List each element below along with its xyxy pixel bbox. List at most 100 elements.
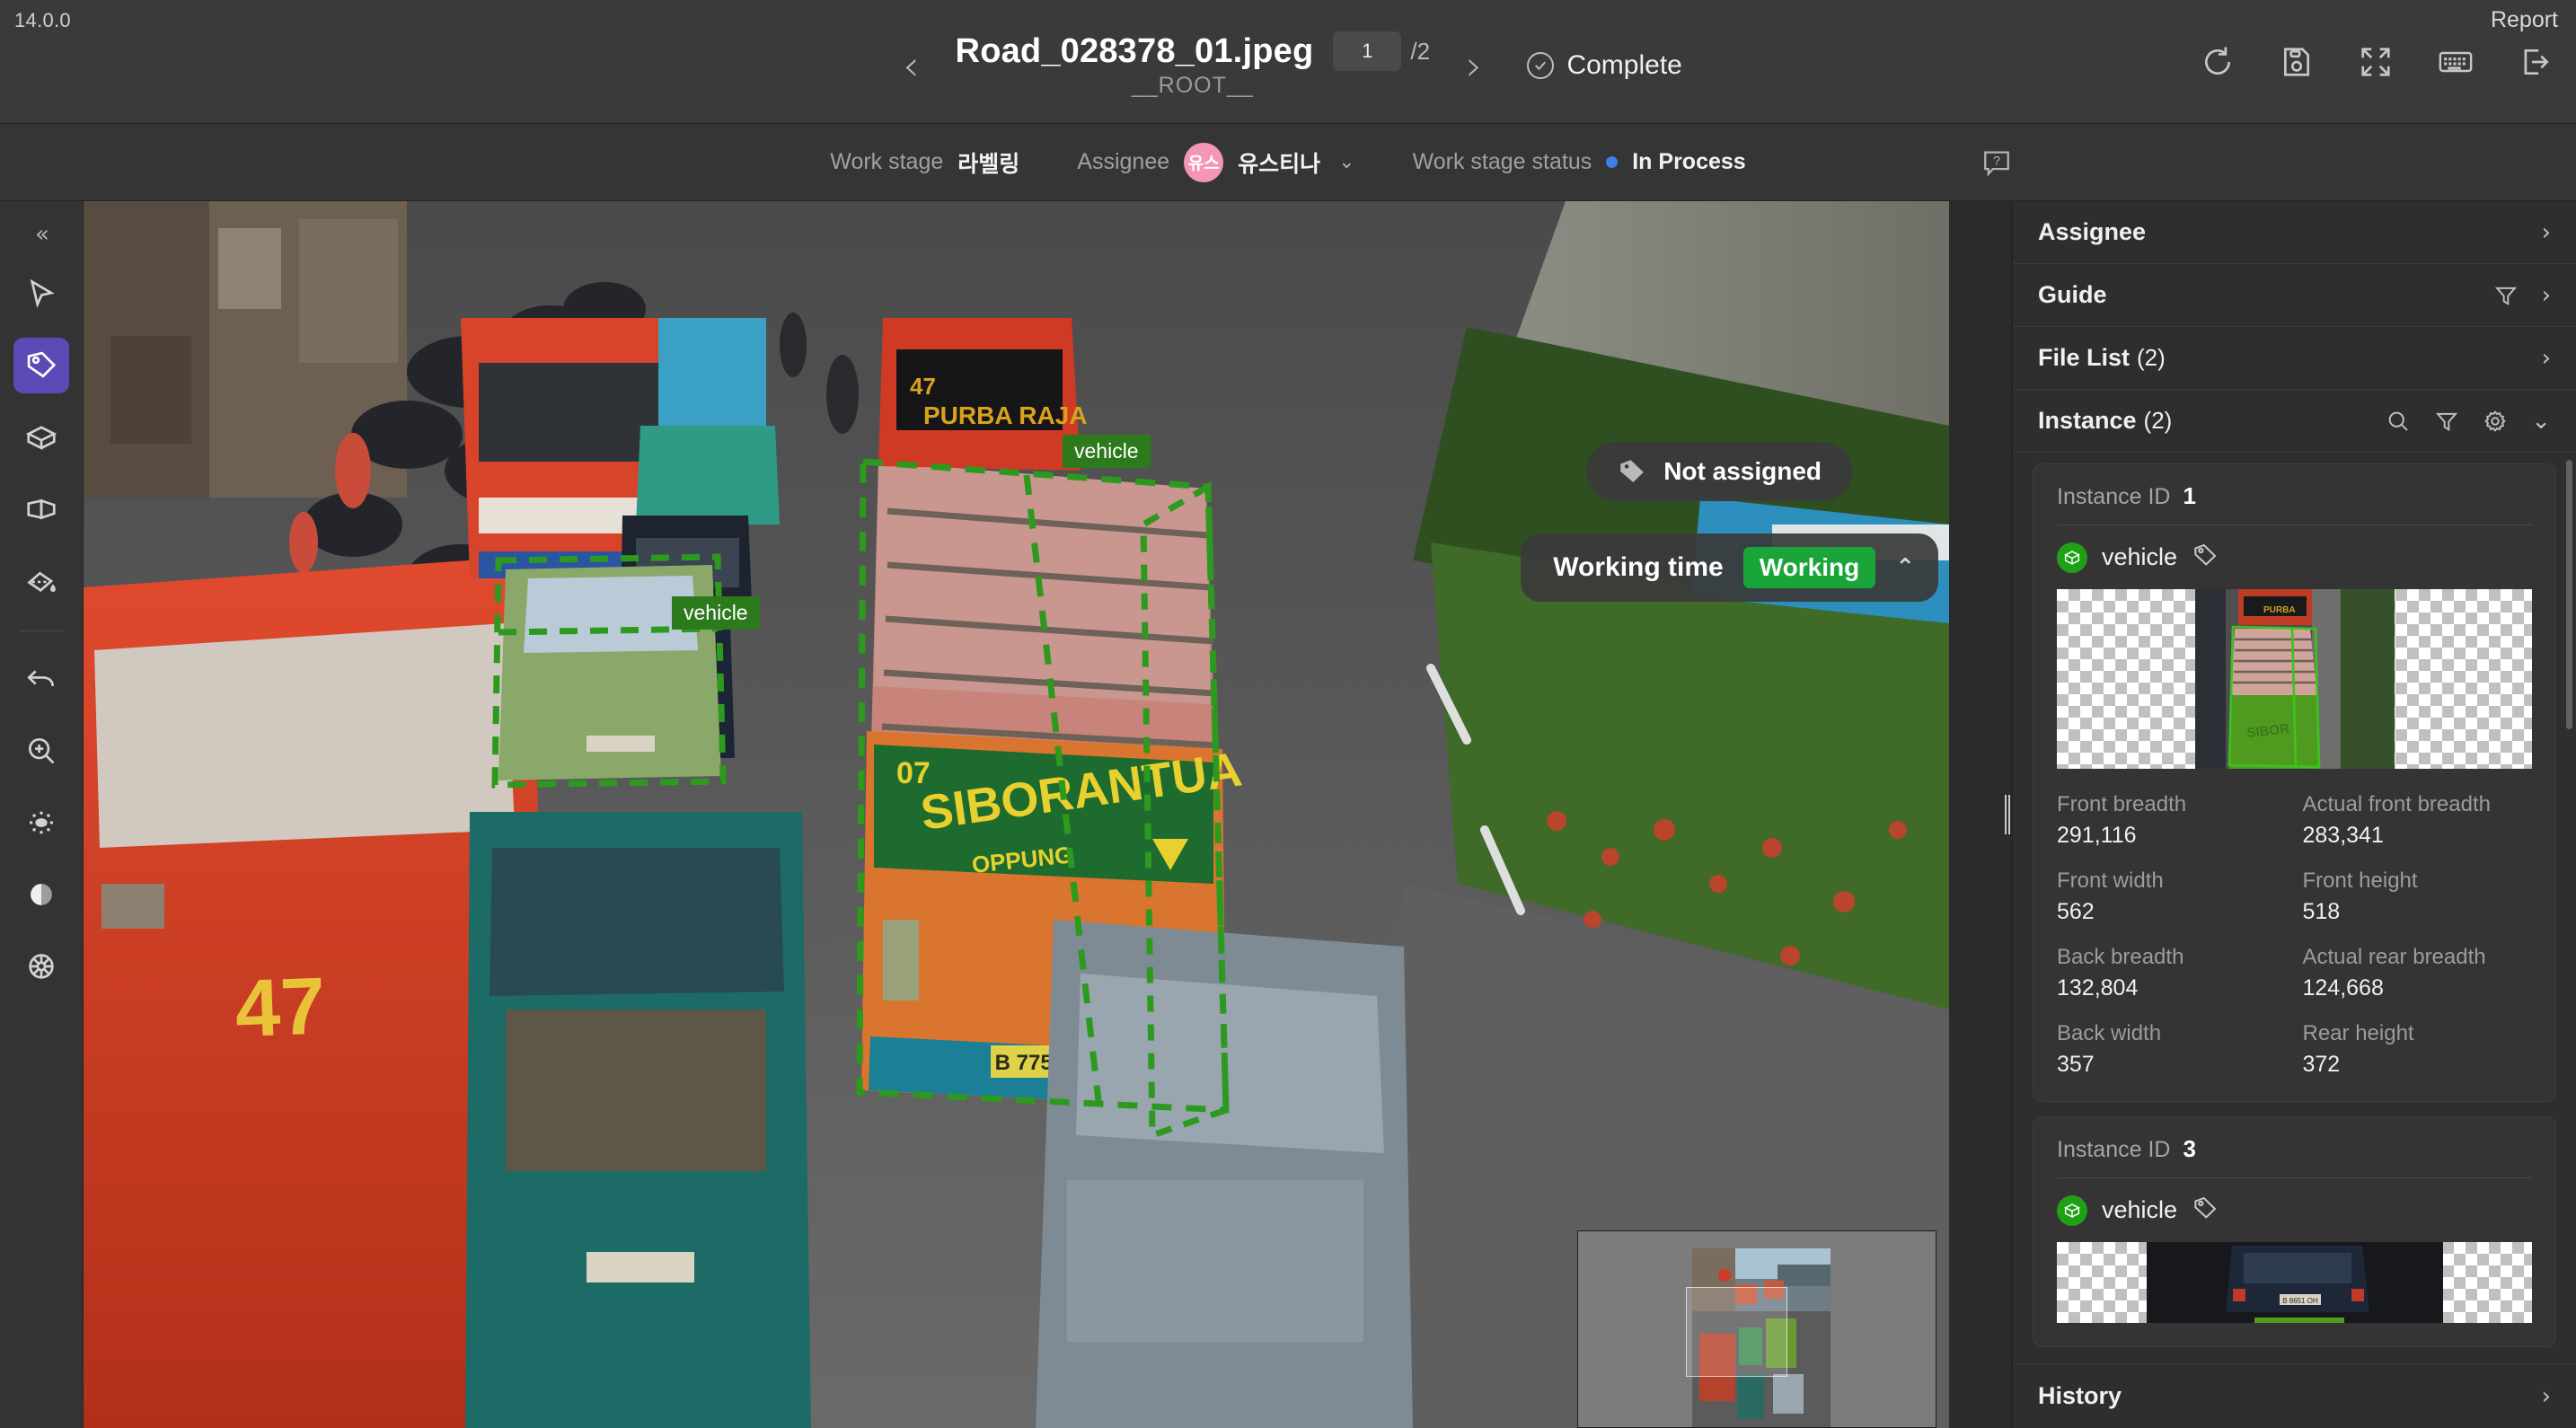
svg-text:B 8651 OH: B 8651 OH (2282, 1297, 2318, 1305)
divider (2057, 524, 2532, 525)
property-field: Rear height 372 (2303, 1021, 2533, 1078)
object-label[interactable]: vehicle (672, 596, 760, 630)
working-status-badge: Working (1742, 547, 1876, 588)
title-block: Road_028378_01.jpeg /2 __ROOT__ (955, 31, 1431, 99)
help-icon[interactable]: ? (1981, 147, 2012, 178)
exit-icon[interactable] (2519, 45, 2553, 79)
chevron-right-icon[interactable]: › (2542, 219, 2551, 246)
chevron-down-icon[interactable]: ⌄ (2531, 408, 2551, 435)
work-stage-value: 라벨링 (957, 151, 1020, 177)
property-value: 372 (2302, 1052, 2341, 1077)
reload-icon[interactable] (2201, 45, 2235, 79)
instance-section-title: Instance (2038, 407, 2137, 434)
prev-file-button[interactable]: ‹ (894, 40, 928, 92)
fullscreen-icon[interactable] (2359, 45, 2393, 79)
instance-count: (2) (2143, 407, 2173, 434)
avatar: 유스 (1184, 142, 1224, 182)
file-list-count: (2) (2137, 344, 2166, 371)
assignee-section-title: Assignee (2038, 218, 2147, 245)
minimap[interactable] (1577, 1230, 1936, 1428)
instance-id-value: 3 (2183, 1135, 2196, 1162)
page-total-label: /2 (1410, 37, 1431, 65)
sidebar-item-guide[interactable]: Guide › (2013, 264, 2576, 327)
instance-properties: Front breadth 291,116 Actual front breadt… (2057, 792, 2532, 1078)
zoom-in-tool[interactable] (13, 723, 69, 779)
tag-tool[interactable] (13, 338, 69, 393)
search-icon[interactable] (2386, 409, 2411, 434)
instance-id-label: Instance ID (2057, 1137, 2171, 1162)
complete-button[interactable]: Complete (1527, 50, 1682, 81)
property-field: Front height 518 (2303, 868, 2533, 925)
breadcrumb: __ROOT__ (1131, 73, 1254, 98)
property-label: Back breadth (2057, 945, 2184, 969)
cuboid-class-icon (2057, 542, 2087, 573)
color-tool[interactable] (13, 939, 69, 994)
sidebar-item-assignee[interactable]: Assignee › (2013, 201, 2576, 264)
panel-splitter[interactable] (2003, 201, 2012, 1428)
save-icon[interactable] (2280, 45, 2314, 79)
annotation-canvas[interactable]: 47 SIBORANTUA 07 OPPUNG B 7757 HA 47 PUR… (84, 201, 2012, 1428)
minimap-viewport[interactable] (1686, 1287, 1787, 1377)
tag-icon[interactable] (2192, 542, 2219, 573)
top-bar: 14.0.0 Report ‹ Road_028378_01.jpeg /2 _… (0, 0, 2576, 124)
chevron-down-icon[interactable]: ⌄ (1338, 151, 1354, 173)
svg-text:47: 47 (234, 962, 327, 1054)
next-file-button[interactable]: › (1457, 40, 1491, 92)
instance-list[interactable]: Instance ID 1 vehicle PURBA SIBOR Front … (2013, 453, 2576, 1363)
splitter-grip (2005, 795, 2010, 834)
property-value: 124,668 (2302, 975, 2384, 1000)
property-label: Front breadth (2057, 792, 2187, 816)
filter-icon[interactable] (2493, 283, 2519, 308)
chevron-right-icon[interactable]: › (2542, 345, 2551, 372)
polygon-fill-tool[interactable] (13, 553, 69, 609)
cursor-tool[interactable] (13, 266, 69, 322)
work-stage-status-group: Work stage status In Process (1384, 149, 1775, 175)
property-value: 132,804 (2057, 975, 2139, 1000)
brightness-tool[interactable] (13, 795, 69, 851)
property-field: Actual front breadth 283,341 (2303, 792, 2533, 849)
instance-card[interactable]: Instance ID 1 vehicle PURBA SIBOR Front … (2033, 463, 2556, 1102)
contrast-tool[interactable] (13, 867, 69, 922)
app-version: 14.0.0 (14, 9, 71, 31)
left-toolbar: « (0, 201, 84, 1428)
sub-header: Work stage 라벨링 Assignee 유스 유스티나 ⌄ Work s… (0, 124, 2576, 201)
filter-icon[interactable] (2434, 409, 2459, 434)
status-dot-icon (1606, 156, 1619, 168)
tag-icon (1620, 460, 1644, 483)
two-face-box-tool[interactable] (13, 481, 69, 537)
property-label: Front height (2302, 868, 2418, 893)
sidebar-item-file-list[interactable]: File List (2) › (2013, 327, 2576, 390)
gear-icon[interactable] (2483, 409, 2508, 434)
property-field: Back width 357 (2057, 1021, 2287, 1078)
sidebar-item-history[interactable]: History › (2013, 1363, 2576, 1428)
working-time-label: Working time (1553, 552, 1724, 582)
sidebar-item-instance[interactable]: Instance (2) ⌄ (2013, 390, 2576, 453)
guide-section-title: Guide (2038, 281, 2107, 308)
right-panel: Assignee › Guide › File List (2) › Insta… (2012, 201, 2576, 1428)
working-time-pill[interactable]: Working time Working ⌃ (1521, 533, 1938, 602)
svg-text:47: 47 (910, 373, 936, 400)
object-label[interactable]: vehicle (1063, 435, 1151, 468)
property-value: 518 (2302, 899, 2341, 924)
not-assigned-pill[interactable]: Not assigned (1586, 442, 1852, 501)
page-title: Road_028378_01.jpeg (955, 31, 1314, 70)
page-number-input[interactable] (1333, 31, 1402, 71)
report-link[interactable]: Report (2491, 7, 2558, 33)
tag-icon[interactable] (2192, 1194, 2219, 1226)
keyboard-shortcuts-icon[interactable] (2438, 45, 2474, 79)
instance-id-value: 1 (2183, 482, 2196, 509)
panel-scrollbar[interactable] (2566, 460, 2572, 729)
assignee-group[interactable]: Assignee 유스 유스티나 ⌄ (1048, 142, 1383, 182)
work-stage-status-label: Work stage status (1412, 149, 1592, 174)
chevron-up-icon[interactable]: ⌃ (1895, 554, 1915, 581)
work-stage-label: Work stage (830, 149, 944, 174)
cuboid-class-icon (2057, 1194, 2087, 1226)
chevron-right-icon[interactable]: › (2542, 1383, 2551, 1410)
collapse-toolbar-button[interactable]: « (35, 214, 49, 266)
instance-card[interactable]: Instance ID 3 vehicle B 8651 OH (2033, 1116, 2556, 1347)
instance-class-name: vehicle (2102, 543, 2178, 570)
chevron-right-icon[interactable]: › (2542, 282, 2551, 309)
cuboid-tool[interactable] (13, 410, 69, 465)
property-value: 357 (2057, 1052, 2095, 1077)
undo-tool[interactable] (13, 651, 69, 707)
